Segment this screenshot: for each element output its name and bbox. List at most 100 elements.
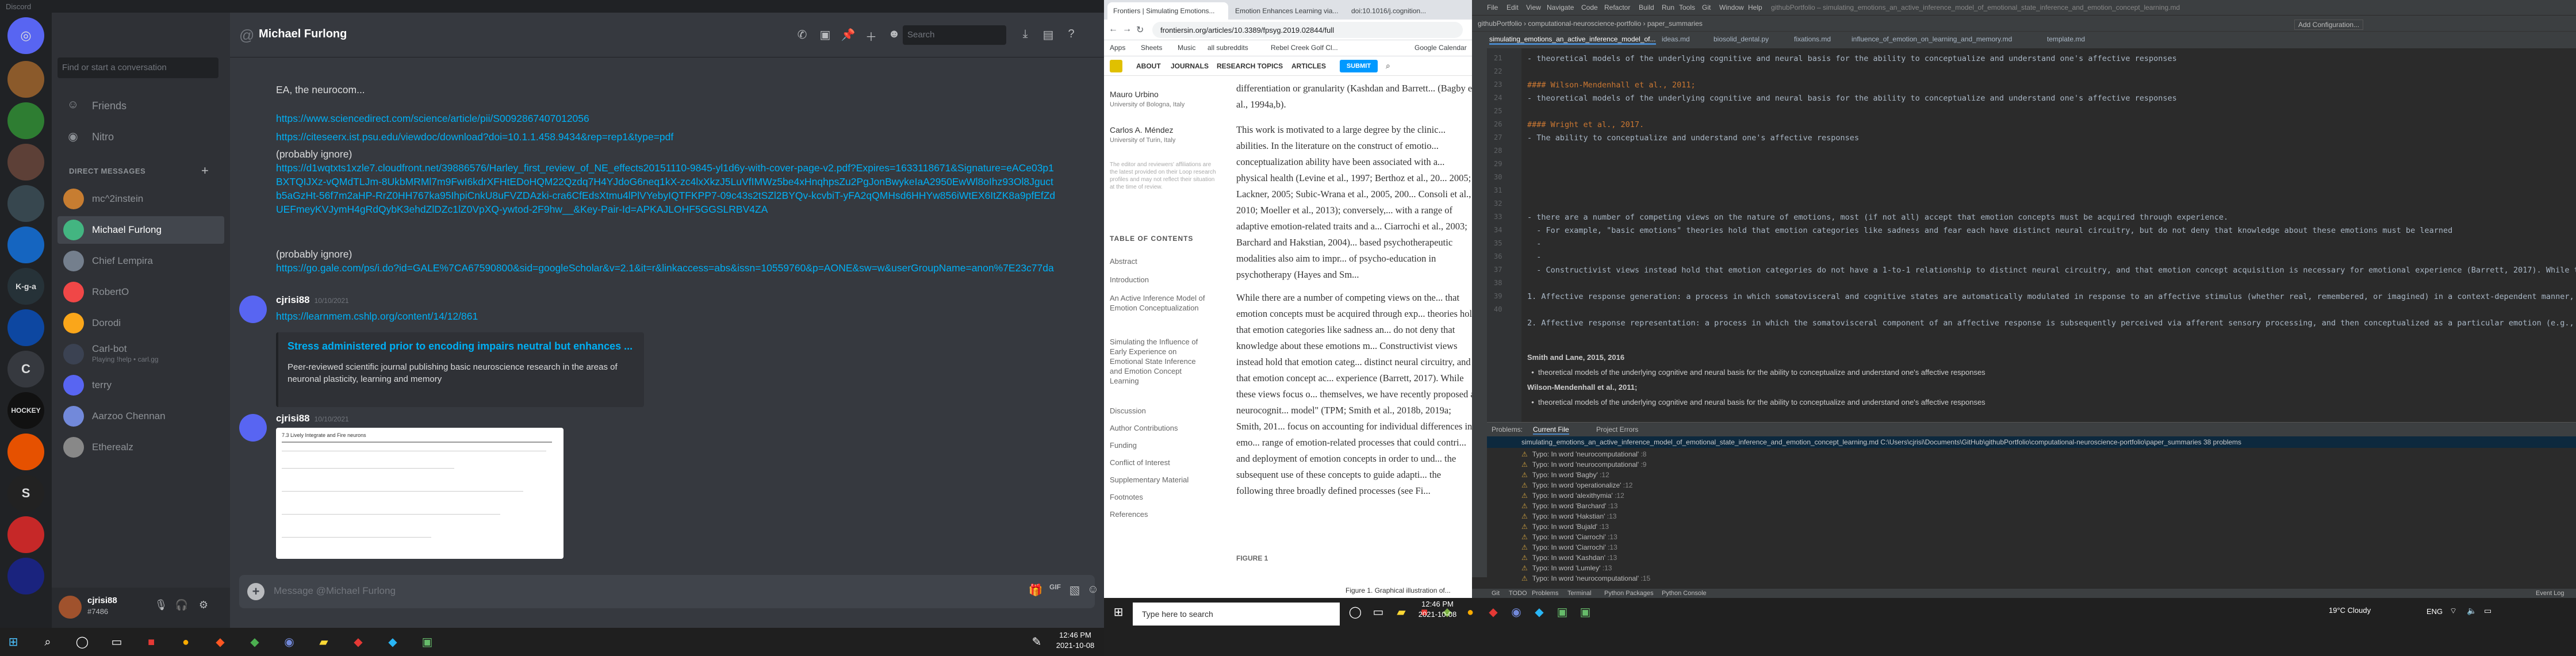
taskbar-clock[interactable]: 12:46 PM 2021-10-08 (1403, 599, 1472, 620)
search-icon[interactable]: ⌕ (38, 632, 57, 652)
bookmark[interactable]: all subreddits (1208, 44, 1248, 52)
status-tab[interactable]: Problems (1532, 590, 1558, 597)
headphones-icon[interactable]: 🎧 (174, 599, 190, 615)
dm-item[interactable]: Chief Lempira (57, 247, 224, 275)
toc-item[interactable]: Discussion (1110, 406, 1208, 416)
windows-start-icon[interactable]: ⊞ (3, 632, 23, 652)
bookmark[interactable]: Google Calendar (1414, 44, 1467, 52)
server-icon[interactable] (7, 185, 44, 222)
taskbar-clock[interactable]: 12:46 PM 2021-10-08 (1046, 630, 1104, 651)
explorer-icon[interactable]: ▰ (314, 632, 334, 652)
pinned-messages-icon[interactable]: 📌 (839, 28, 857, 44)
reload-icon[interactable]: ↻ (1136, 24, 1144, 36)
upload-plus-icon[interactable]: + (247, 583, 264, 600)
code-line[interactable]: #### Wilson-Mendenhall et al., 2011; (1527, 80, 1696, 90)
bookmark[interactable]: Rebel Creek Golf Cl... (1271, 44, 1338, 52)
server-icon[interactable] (7, 434, 44, 470)
dm-item[interactable]: Aarzoo Chennan (57, 402, 224, 430)
search-icon[interactable]: ⌕ (1386, 61, 1390, 71)
wifi-icon[interactable]: ⌔ (2450, 606, 2457, 616)
toc-item[interactable]: References (1110, 509, 1208, 519)
server-icon[interactable]: HOCKEY (7, 392, 44, 429)
volume-icon[interactable]: 🔈 (2467, 606, 2477, 616)
app-icon[interactable]: ◆ (1483, 603, 1503, 622)
server-icon[interactable]: K-g-a (7, 268, 44, 305)
back-icon[interactable]: ← (1109, 24, 1118, 34)
toc-item[interactable]: Abstract (1110, 256, 1208, 266)
message-link[interactable]: https://learnmem.cshlp.org/content/14/12… (276, 309, 478, 323)
menu-item[interactable]: Refactor (1604, 3, 1630, 11)
problem-row[interactable]: ⚠ Typo: In word 'Hakstian' :13 (1521, 512, 1616, 520)
server-icon[interactable] (7, 144, 44, 181)
menu-item[interactable]: Window (1719, 3, 1744, 11)
cortana-icon[interactable]: ▭ (1368, 603, 1388, 622)
office-icon[interactable]: ■ (141, 632, 161, 652)
microphone-icon[interactable]: 🎙 (153, 599, 169, 615)
avatar[interactable] (239, 296, 267, 323)
menu-item[interactable]: View (1526, 3, 1541, 11)
message-composer[interactable]: + Message @Michael Furlong 🎁 GIF ▧ ☺ (239, 575, 1099, 608)
problem-row[interactable]: ⚠ Typo: In word 'neurocomputational' :9 (1521, 461, 1646, 469)
dm-item[interactable]: RobertO (57, 278, 224, 306)
code-line[interactable]: #### Wright et al., 2017. (1527, 120, 1644, 129)
app-icon[interactable]: ◆ (1529, 603, 1549, 622)
menu-item[interactable]: Build (1639, 3, 1654, 11)
event-log[interactable]: Event Log (2536, 590, 2564, 597)
editor-tab[interactable]: ideas.md (1662, 35, 1690, 43)
server-icon[interactable] (7, 309, 44, 346)
friends-nav-item[interactable]: ☺ Friends (57, 92, 224, 120)
code-line[interactable]: - The ability to conceptualize and under… (1527, 133, 1859, 143)
inbox-icon[interactable]: ▤ (1040, 28, 1057, 44)
menu-item[interactable]: Tools (1679, 3, 1695, 11)
problem-row[interactable]: ⚠ Typo: In word 'Lumley' :13 (1521, 564, 1612, 572)
status-tab[interactable]: Python Packages (1604, 590, 1654, 597)
language-indicator[interactable]: ENG (2426, 607, 2443, 616)
weather-widget[interactable]: 19°C Cloudy (2329, 606, 2371, 615)
problem-row[interactable]: ⚠ Typo: In word 'Ciarrochi' :13 (1521, 543, 1617, 551)
app-icon[interactable]: ◆ (210, 632, 230, 652)
voice-call-icon[interactable]: ✆ (793, 28, 811, 44)
problem-row[interactable]: ⚠ Typo: In word 'alexithymia' :12 (1521, 492, 1624, 500)
discord-home-icon[interactable]: ◎ (7, 17, 44, 54)
create-dm-icon[interactable]: + (201, 163, 209, 178)
code-editor[interactable]: - theoretical models of the underlying c… (1521, 48, 2576, 422)
code-line[interactable]: - (1527, 252, 1541, 262)
app-icon[interactable]: ◆ (348, 632, 368, 652)
code-line[interactable]: - theoretical models of the underlying c… (1527, 54, 2177, 63)
menu-item[interactable]: Code (1581, 3, 1598, 11)
chrome-icon[interactable]: ● (176, 632, 195, 652)
dm-item[interactable]: Etherealz (57, 434, 224, 461)
download-icon[interactable]: ⤓ (1017, 28, 1034, 44)
code-line[interactable]: - For example, "basic emotions" theories… (1527, 226, 2452, 235)
bookmark[interactable]: Apps (1110, 44, 1125, 52)
menu-item[interactable]: Git (1702, 3, 1711, 11)
browser-tab[interactable]: Emotion Enhances Learning via... (1229, 2, 1344, 20)
problem-row[interactable]: ⚠ Typo: In word 'Ciarrochi' :13 (1521, 533, 1617, 541)
problem-row[interactable]: ⚠ Typo: In word 'neurocomputational' :8 (1521, 450, 1646, 458)
run-config-dropdown[interactable]: Add Configuration... (2294, 20, 2364, 30)
dm-item[interactable]: Dorodi (57, 309, 224, 337)
dm-item[interactable]: mc^2instein (57, 185, 224, 213)
app-icon[interactable]: ▣ (1552, 603, 1572, 622)
server-icon[interactable] (7, 516, 44, 553)
dm-item[interactable]: terry (57, 371, 224, 399)
code-line[interactable]: - Constructivist views instead hold that… (1527, 266, 2576, 275)
server-icon[interactable]: S (7, 475, 44, 512)
tool-window-strip[interactable] (1472, 48, 1487, 577)
app-icon[interactable]: ◆ (383, 632, 402, 652)
menu-item[interactable]: Navigate (1547, 3, 1574, 11)
status-tab[interactable]: Git (1492, 590, 1500, 597)
file-explorer-icon[interactable]: ▭ (107, 632, 126, 652)
menu-item[interactable]: File (1487, 3, 1498, 11)
toc-item[interactable]: Funding (1110, 440, 1208, 450)
toc-item[interactable]: An Active Inference Model of Emotion Con… (1110, 293, 1208, 313)
server-icon[interactable] (7, 102, 44, 139)
author-name[interactable]: Carlos A. Méndez (1110, 125, 1174, 135)
status-tab[interactable]: TODO (1509, 590, 1527, 597)
message-link[interactable]: https://d1wqtxts1xzle7.cloudfront.net/39… (276, 161, 1058, 216)
message-input[interactable]: Message @Michael Furlong (274, 585, 396, 597)
taskbar-search-input[interactable]: Type here to search (1133, 603, 1340, 626)
app-icon[interactable]: ◆ (245, 632, 264, 652)
editor-tab[interactable]: influence_of_emotion_on_learning_and_mem… (1851, 35, 2012, 43)
discord-taskbar-icon[interactable]: ◉ (1506, 603, 1526, 622)
